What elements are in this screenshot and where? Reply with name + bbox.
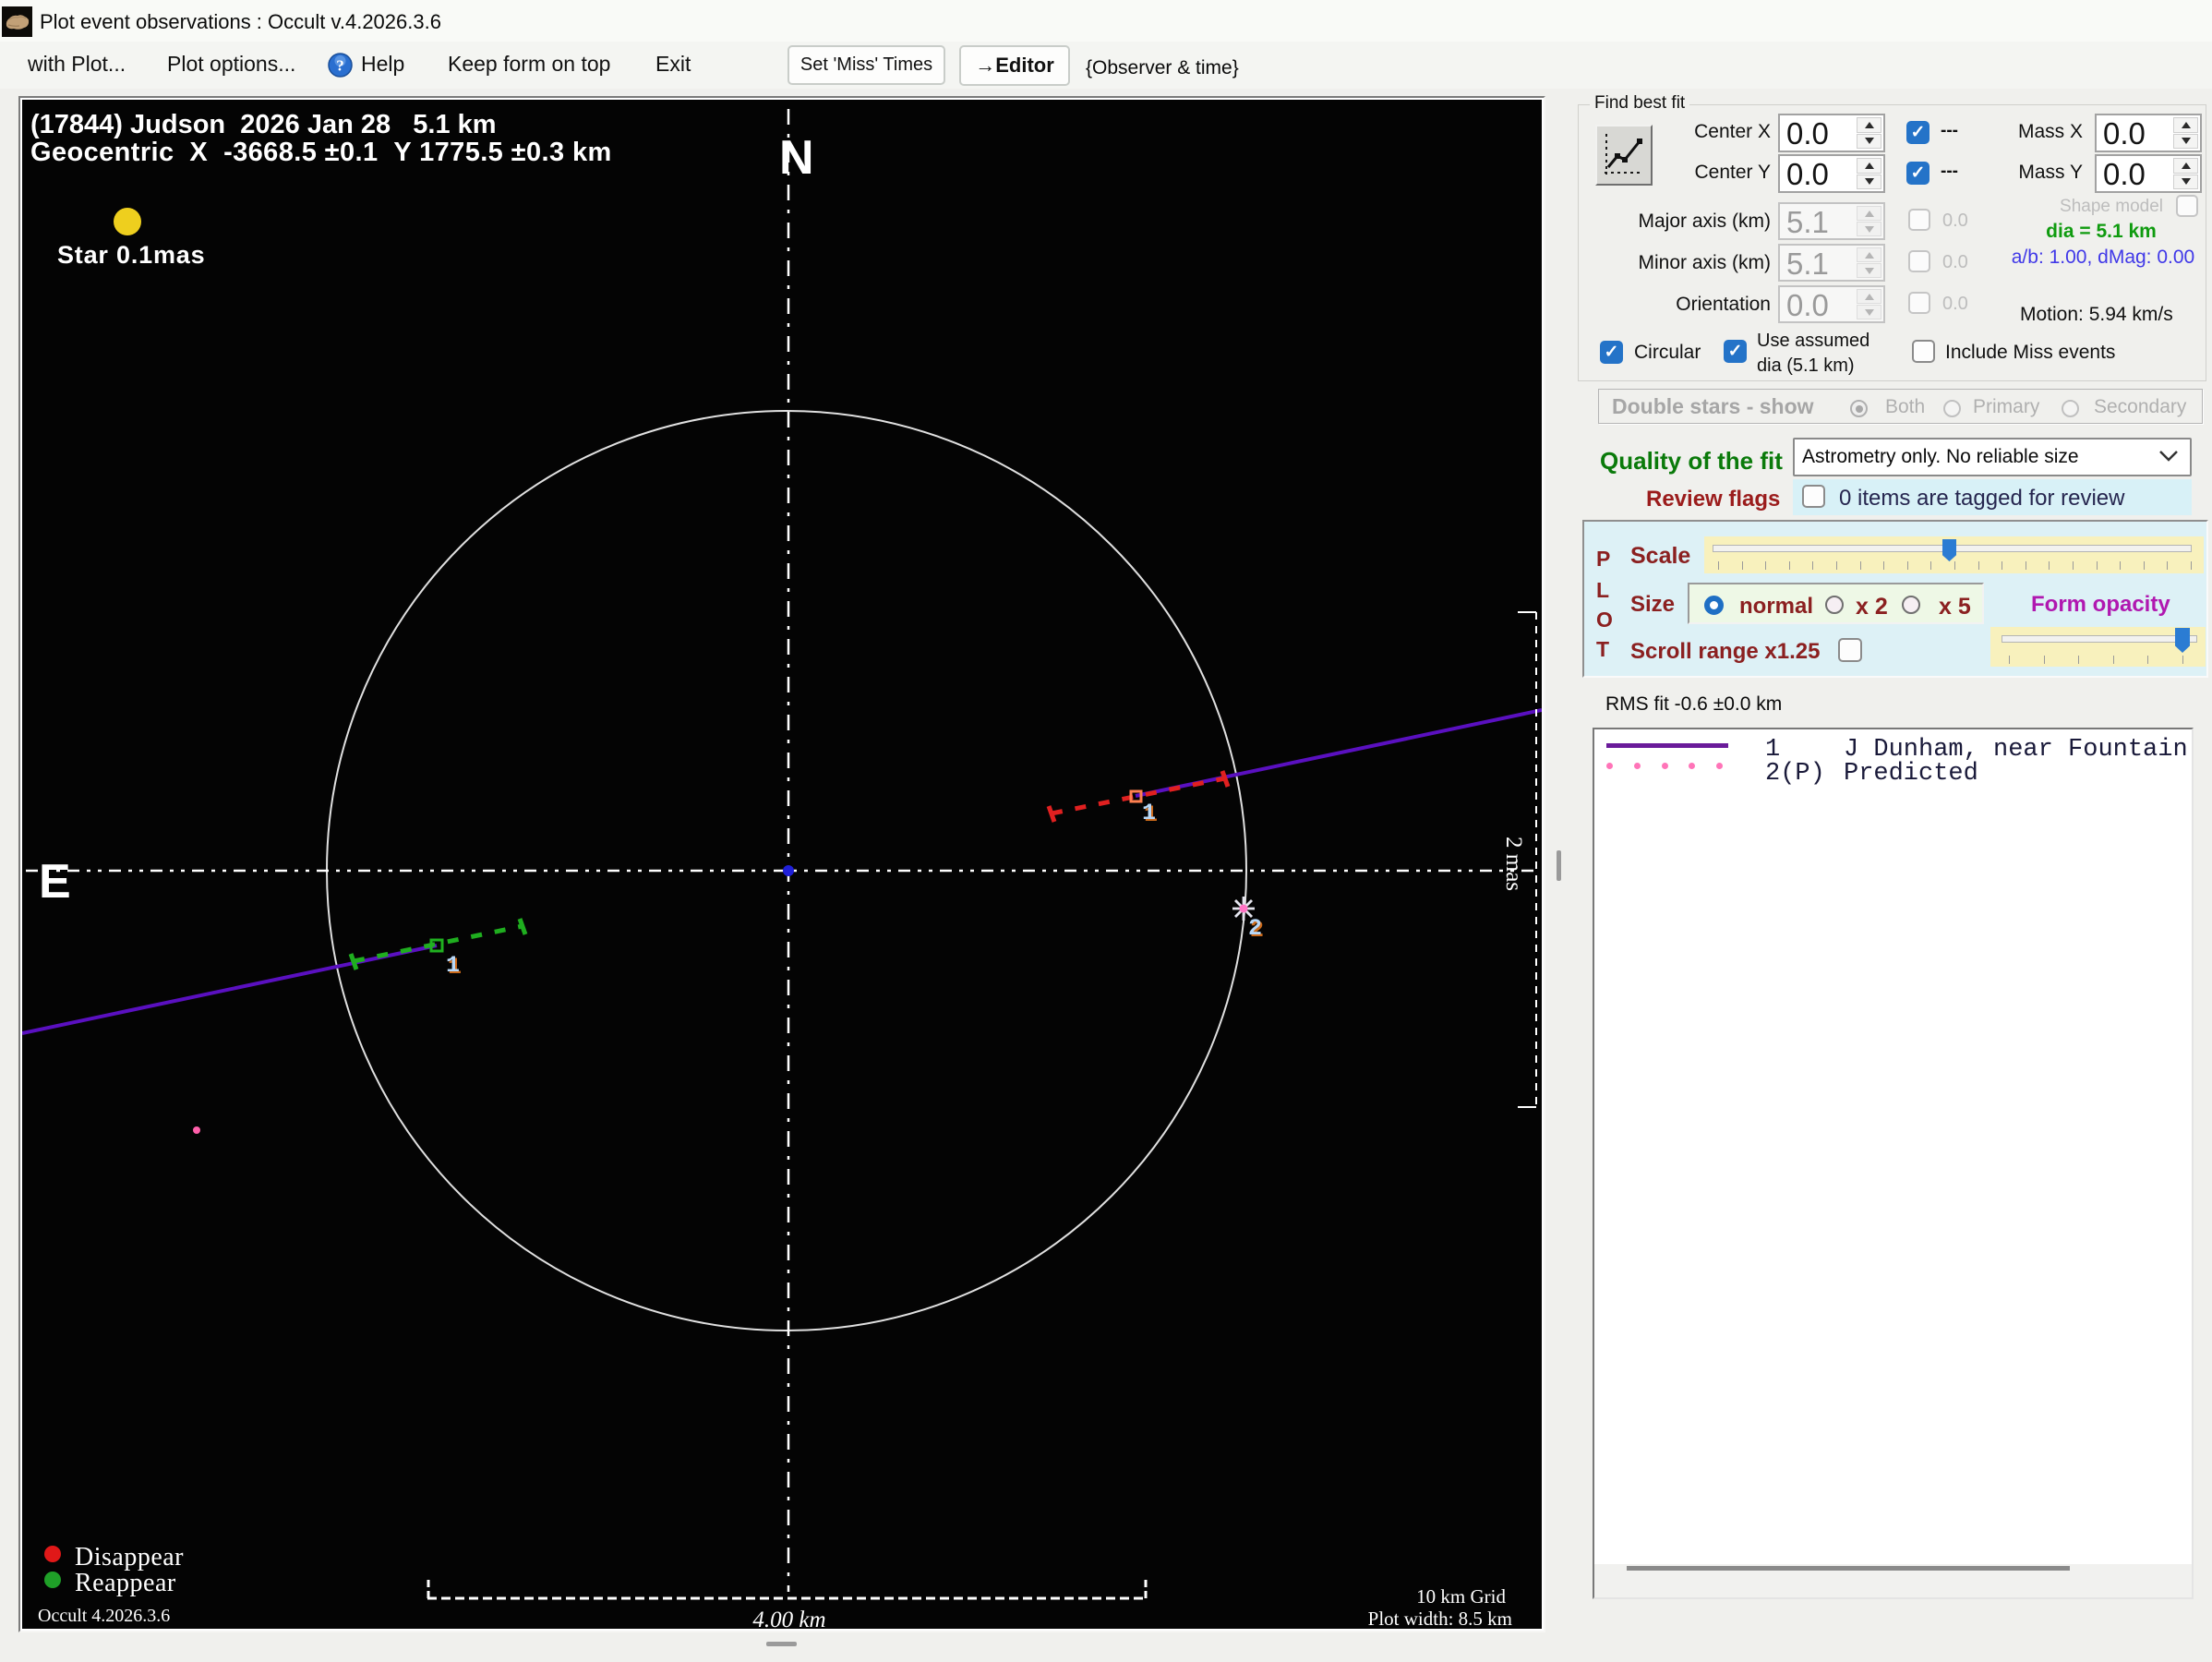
svg-text:2: 2 <box>1248 915 1262 942</box>
svg-text:Occult 4.2026.3.6: Occult 4.2026.3.6 <box>38 1606 170 1626</box>
svg-text:(17844) Judson 2026 Jan 28: (17844) Judson 2026 Jan 28 5.1 km <box>30 110 497 139</box>
svg-text:E: E <box>39 855 71 909</box>
svg-text:10 km Grid: 10 km Grid <box>1416 1585 1506 1608</box>
svg-text:4.00 km: 4.00 km <box>752 1608 825 1629</box>
svg-text:1: 1 <box>1142 800 1156 826</box>
svg-text:Disappear: Disappear <box>75 1543 184 1572</box>
svg-text:Plot width: 8.5 km: Plot width: 8.5 km <box>1368 1608 1512 1629</box>
svg-text:Geocentric X -3668.5 ±0.1 Y: Geocentric X -3668.5 ±0.1 Y 1775.5 ±0.3 … <box>30 138 612 167</box>
svg-text:2 mas: 2 mas <box>1501 837 1526 891</box>
svg-text:Star 0.1mas: Star 0.1mas <box>57 241 205 269</box>
svg-text:1: 1 <box>446 952 460 979</box>
svg-text:?: ? <box>336 57 344 75</box>
svg-text:Reappear: Reappear <box>75 1569 176 1597</box>
svg-text:N: N <box>779 131 814 185</box>
